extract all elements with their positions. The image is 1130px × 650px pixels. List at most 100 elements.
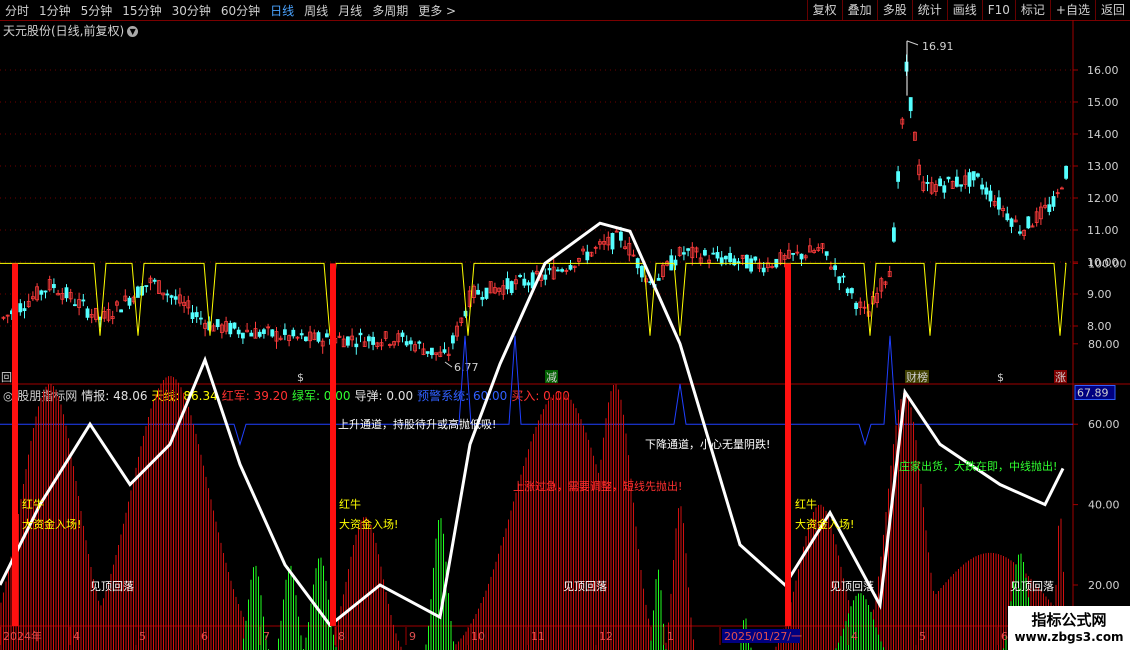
watermark-line1: 指标公式网 <box>1031 611 1107 629</box>
candle-body <box>345 336 350 346</box>
candle-body <box>955 176 959 187</box>
candle-body <box>791 253 795 255</box>
candle-body <box>417 341 422 344</box>
candle-body <box>81 299 86 302</box>
candle-body <box>316 332 321 342</box>
rise-fast-label: 上涨过急，需要调整，短线先抛出! <box>513 479 682 493</box>
candle-body <box>22 308 27 312</box>
chart-canvas: 16.0015.0014.0013.0012.0011.0010.009.008… <box>0 20 1130 650</box>
buy-signal-bar <box>785 263 791 626</box>
candle-body <box>400 332 405 337</box>
candle-body <box>190 312 195 320</box>
x-axis-label: 5 <box>919 630 926 643</box>
current-value-label: 67.89 <box>1077 386 1109 399</box>
up-channel-label: 上升通道，持股待升或高抛低吸! <box>338 417 496 431</box>
big-money-label: 大资金入场! <box>22 517 81 531</box>
candle-body <box>85 308 90 318</box>
candle-body <box>442 349 447 353</box>
candle-body <box>908 97 913 112</box>
x-axis-label: 2024年 <box>3 629 42 643</box>
candle-body <box>543 274 548 280</box>
event-mark-label: 回 <box>1 371 12 384</box>
candle-body <box>749 258 753 272</box>
candle-body <box>52 284 56 289</box>
price-axis-label: 12.00 <box>1087 192 1119 205</box>
candle-body <box>303 336 308 342</box>
candle-body <box>946 176 951 180</box>
candle-body <box>980 184 984 190</box>
see-top-label: 见顶回落 <box>563 580 607 593</box>
candle-body <box>1051 196 1056 207</box>
candle-body <box>703 249 707 256</box>
candle-body <box>366 336 371 342</box>
candle-body <box>240 332 245 339</box>
candle-body <box>728 252 732 263</box>
price-axis-label: 11.00 <box>1087 224 1119 237</box>
candle-body <box>371 336 376 345</box>
candle-body <box>518 275 522 277</box>
candle-body <box>715 252 720 259</box>
candle-body <box>988 190 993 202</box>
candle-body <box>547 268 552 271</box>
candle-body <box>656 277 661 281</box>
candle-body <box>753 256 758 261</box>
candle-body <box>476 289 481 295</box>
candle-body <box>841 275 846 278</box>
candle-body <box>505 278 510 290</box>
candle-body <box>232 322 237 329</box>
candle-body <box>169 295 174 298</box>
indicator-axis-label: 80.00 <box>1088 338 1120 351</box>
candle-body <box>480 296 485 300</box>
down-channel-label: 下降通道，小心无量阴跌! <box>645 437 770 451</box>
price-axis-label: 9.00 <box>1087 288 1112 301</box>
candle-body <box>173 296 178 300</box>
watermark-logo: 指标公式网 www.zbgs3.com <box>1008 606 1130 650</box>
candle-body <box>429 347 434 356</box>
candle-body <box>686 248 690 251</box>
red-bull-label: 红牛 <box>339 497 361 511</box>
candle-body <box>1005 213 1010 221</box>
candle-body <box>938 178 942 187</box>
candle-body <box>560 269 564 272</box>
candle-body <box>761 267 766 273</box>
candle-body <box>270 329 275 337</box>
low-price-label: 6.77 <box>454 361 479 374</box>
event-mark-label: 减 <box>546 371 557 384</box>
candle-body <box>837 276 842 284</box>
candle-body <box>127 297 132 306</box>
price-axis-label: 16.00 <box>1087 64 1119 77</box>
candle-body <box>984 187 989 195</box>
big-money-label: 大资金入场! <box>795 517 854 531</box>
event-mark-label: $ <box>997 371 1004 384</box>
event-mark-label: $ <box>297 371 304 384</box>
candle-body <box>1064 165 1068 179</box>
big-money-label: 大资金入场! <box>339 517 398 531</box>
candle-body <box>833 265 837 271</box>
indicator-axis-label: 20.00 <box>1088 579 1120 592</box>
candle-body <box>854 302 858 309</box>
x-axis-label: 1 <box>667 630 674 643</box>
candle-body <box>18 303 23 313</box>
candle-body <box>669 255 674 271</box>
price-axis-label: 15.00 <box>1087 96 1119 109</box>
dealer-out-label: 庄家出货，大跌在即，中线抛出! <box>899 459 1057 473</box>
candle-body <box>976 173 980 177</box>
candle-body <box>997 197 1001 210</box>
candle-body <box>282 329 287 335</box>
candle-body <box>450 335 455 344</box>
indicator-axis-label: 60.00 <box>1088 418 1120 431</box>
x-axis-label: 9 <box>409 630 416 643</box>
red-bull-label: 红牛 <box>22 497 44 511</box>
candle-body <box>165 293 170 296</box>
candle-body <box>892 227 896 242</box>
candle-body <box>845 288 850 294</box>
x-axis-label: 11 <box>531 630 545 643</box>
candle-body <box>119 309 123 313</box>
candle-body <box>404 341 409 346</box>
candle-body <box>358 332 363 336</box>
price-axis-label: 14.00 <box>1087 128 1119 141</box>
x-axis-label: 5 <box>139 630 146 643</box>
candle-body <box>724 255 728 260</box>
see-top-label: 见顶回落 <box>830 580 874 593</box>
candle-body <box>291 329 296 337</box>
